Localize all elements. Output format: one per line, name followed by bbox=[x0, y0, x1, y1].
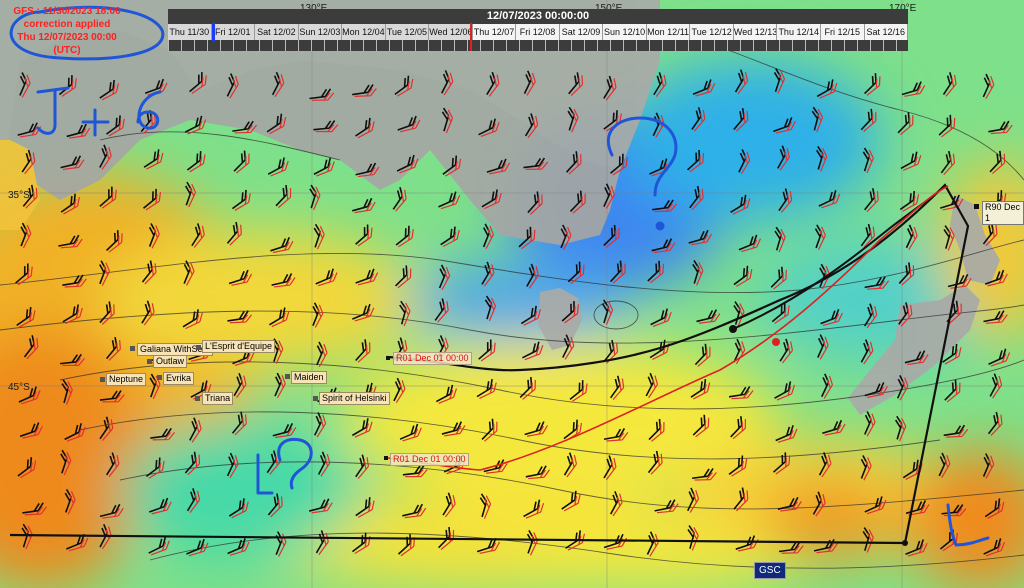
timeline-day[interactable]: Thu 12/07 bbox=[472, 24, 517, 40]
timeline-day[interactable]: Sun 12/03 bbox=[298, 24, 343, 40]
wind-chart bbox=[0, 0, 1024, 588]
forecast-info: GFS : 11/30/2023 18:00 correction applie… bbox=[8, 5, 126, 57]
boat-marker[interactable] bbox=[313, 396, 318, 401]
timeline-day[interactable]: Sat 12/02 bbox=[255, 24, 299, 40]
boat-label-maiden[interactable]: Maiden bbox=[291, 371, 327, 384]
timeline-day[interactable]: Wed 12/06 bbox=[429, 24, 473, 40]
timeline-day[interactable]: Thu 12/14 bbox=[777, 24, 821, 40]
route-start-marker[interactable] bbox=[386, 356, 390, 360]
boat-label-neptune[interactable]: Neptune bbox=[106, 373, 147, 386]
forecast-time-line: Thu 12/07/2023 00:00 bbox=[17, 32, 117, 43]
timeline-days: Thu 11/30 Fri 12/01 Sat 12/02 Sun 12/03 Mon … bbox=[168, 24, 909, 40]
timeline-day[interactable]: Fri 12/01 bbox=[211, 24, 256, 40]
route-label-destination[interactable]: R90 Dec 1 bbox=[982, 201, 1024, 225]
timeline-day[interactable]: Wed 12/13 bbox=[733, 24, 778, 40]
boat-marker[interactable] bbox=[100, 377, 105, 382]
timeline-day[interactable]: Tue 12/12 bbox=[690, 24, 734, 40]
gsc-badge[interactable]: GSC bbox=[754, 562, 786, 579]
latitude-label: 45°S bbox=[8, 382, 30, 393]
timeline-current-date: 12/07/2023 00:00:00 bbox=[486, 10, 590, 22]
boat-marker[interactable] bbox=[157, 375, 162, 380]
weather-routing-map[interactable]: { "info": { "gfs_line": "GFS : 11/30/202… bbox=[0, 0, 1024, 588]
boat-marker[interactable] bbox=[195, 396, 200, 401]
route-start-marker[interactable] bbox=[384, 456, 388, 460]
latitude-label: 35°S bbox=[8, 190, 30, 201]
boat-marker[interactable] bbox=[285, 374, 290, 379]
boat-label-outlaw[interactable]: Outlaw bbox=[153, 355, 188, 368]
utc-line: (UTC) bbox=[53, 45, 81, 56]
boat-label-evrika[interactable]: Evrika bbox=[163, 372, 195, 385]
timeline-start-marker bbox=[212, 23, 215, 41]
timeline-day[interactable]: Mon 12/04 bbox=[342, 24, 386, 40]
timeline-ruler[interactable] bbox=[168, 40, 908, 51]
route-label-lower[interactable]: R01 Dec 01 00:00 bbox=[390, 453, 469, 466]
timeline-day[interactable]: Sat 12/09 bbox=[559, 24, 604, 40]
boat-marker[interactable] bbox=[196, 345, 201, 350]
timeline-day[interactable]: Fri 12/15 bbox=[820, 24, 865, 40]
boat-label-triana[interactable]: Triana bbox=[202, 392, 234, 405]
timeline-bar[interactable]: 12/07/2023 00:00:00 Thu 11/30 Fri 12/01 Sa… bbox=[168, 9, 909, 51]
timeline-day[interactable]: Thu 11/30 bbox=[168, 24, 212, 40]
gfs-line: GFS : 11/30/2023 18:00 bbox=[13, 6, 121, 17]
timeline-day[interactable]: Tue 12/05 bbox=[385, 24, 430, 40]
timeline-day[interactable]: Fri 12/08 bbox=[516, 24, 560, 40]
boat-marker[interactable] bbox=[147, 359, 152, 364]
boat-label-spirit[interactable]: Spirit of Helsinki bbox=[319, 392, 390, 405]
timeline-day[interactable]: Sun 12/10 bbox=[603, 24, 647, 40]
route-label-upper[interactable]: R01 Dec 01 00:00 bbox=[393, 352, 472, 365]
correction-line: correction applied bbox=[23, 19, 111, 30]
boat-label-esprit[interactable]: L'Esprit d'Equipe bbox=[202, 340, 275, 353]
timeline-day[interactable]: Mon 12/11 bbox=[646, 24, 691, 40]
boat-marker[interactable] bbox=[130, 346, 135, 351]
timeline-cursor[interactable] bbox=[470, 23, 472, 51]
timeline-day[interactable]: Sat 12/16 bbox=[864, 24, 909, 40]
